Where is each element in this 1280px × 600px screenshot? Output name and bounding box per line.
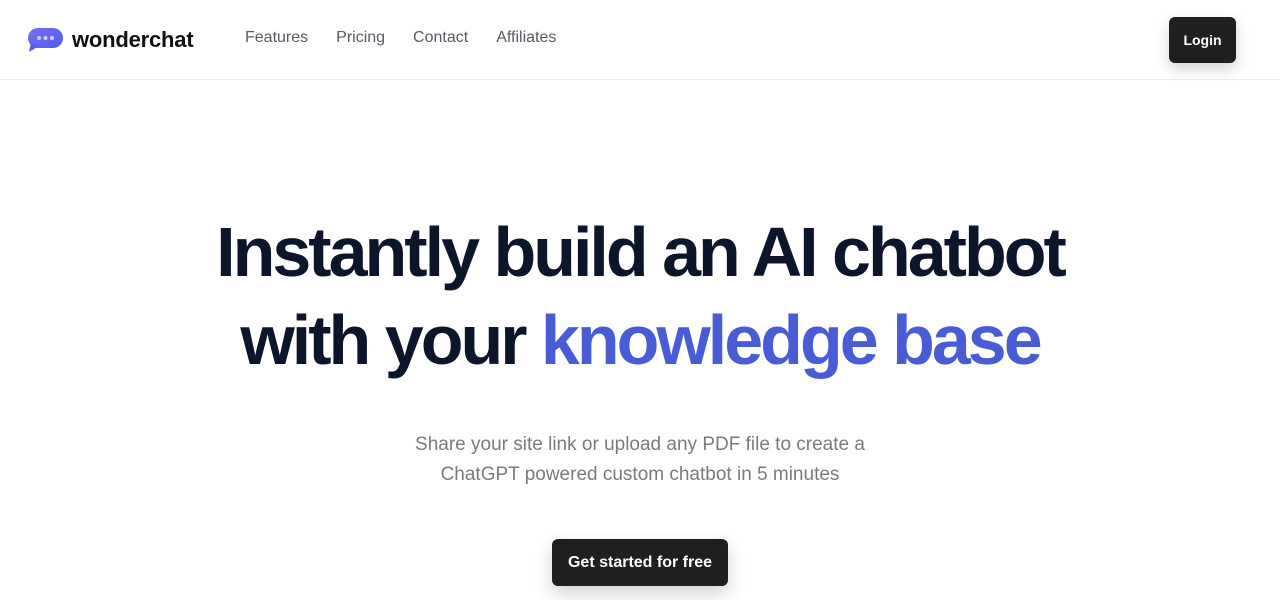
hero-title-line2-prefix: with your <box>240 301 541 379</box>
main-nav: Features Pricing Contact Affiliates <box>245 29 556 47</box>
brand-logo[interactable]: wonderchat <box>28 27 194 53</box>
get-started-button[interactable]: Get started for free <box>552 539 728 586</box>
chat-bubble-icon <box>28 28 63 52</box>
hero-title-accent: knowledge base <box>540 301 1043 379</box>
nav-item-affiliates[interactable]: Affiliates <box>496 29 556 47</box>
hero-title: Instantly build an AI chatbot with your … <box>0 208 1280 384</box>
hero-subtitle-line1: Share your site link or upload any PDF f… <box>415 434 865 455</box>
hero-subtitle: Share your site link or upload any PDF f… <box>0 430 1280 490</box>
brand-name: wonderchat <box>72 27 194 52</box>
hero-subtitle-line2: ChatGPT powered custom chatbot in 5 minu… <box>440 464 840 485</box>
nav-item-features[interactable]: Features <box>245 29 308 47</box>
nav-item-contact[interactable]: Contact <box>413 29 468 47</box>
login-button[interactable]: Login <box>1169 17 1236 63</box>
hero-title-line1: Instantly build an AI chatbot <box>216 213 1067 291</box>
site-header: wonderchat Features Pricing Contact Affi… <box>0 0 1280 80</box>
nav-item-pricing[interactable]: Pricing <box>336 29 385 47</box>
